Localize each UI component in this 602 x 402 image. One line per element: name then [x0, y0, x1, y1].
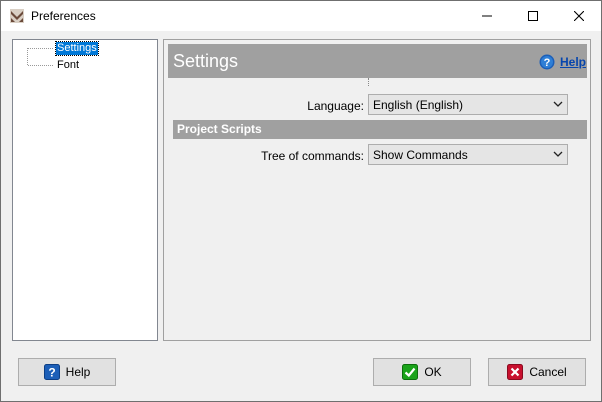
minimize-icon	[482, 15, 492, 17]
language-label: Language:	[307, 99, 364, 113]
tree-of-commands-value: Show Commands	[373, 148, 468, 162]
close-button[interactable]	[556, 1, 602, 31]
preferences-window: Preferences Settings Font Settings ? Hel…	[0, 0, 602, 402]
language-select[interactable]: English (English)	[368, 94, 568, 115]
chevron-down-icon	[553, 101, 563, 107]
maximize-button[interactable]	[510, 1, 556, 31]
project-scripts-section: Project Scripts	[173, 120, 587, 139]
settings-title: Settings	[173, 51, 239, 71]
cancel-x-icon	[507, 364, 524, 380]
preferences-tree[interactable]: Settings Font	[12, 39, 158, 341]
tree-of-commands-label: Tree of commands:	[261, 149, 364, 163]
title-bar[interactable]: Preferences	[1, 1, 601, 31]
svg-text:?: ?	[544, 57, 551, 69]
separator-tick	[368, 78, 369, 86]
help-button[interactable]: ? Help	[18, 358, 116, 386]
preferences-app-icon	[10, 9, 24, 23]
cancel-button[interactable]: Cancel	[488, 358, 586, 386]
svg-text:?: ?	[48, 366, 55, 380]
checkmark-icon	[402, 364, 419, 380]
maximize-icon	[528, 11, 538, 21]
ok-button-label: OK	[424, 365, 442, 379]
help-button-label: Help	[65, 365, 91, 379]
help-question-icon: ?	[43, 364, 60, 380]
settings-header: Settings ? Help	[168, 44, 587, 78]
window-title: Preferences	[31, 9, 96, 23]
tree-item-font[interactable]: Font	[56, 59, 80, 72]
tree-of-commands-select[interactable]: Show Commands	[368, 144, 568, 165]
language-select-value: English (English)	[373, 98, 464, 112]
ok-button[interactable]: OK	[373, 358, 471, 386]
chevron-down-icon	[553, 151, 563, 157]
settings-panel: Settings ? Help Language: English (Engli…	[163, 39, 591, 341]
minimize-button[interactable]	[464, 1, 510, 31]
section-title: Project Scripts	[177, 122, 262, 136]
tree-item-settings[interactable]: Settings	[55, 41, 99, 56]
cancel-button-label: Cancel	[529, 365, 567, 379]
close-icon	[574, 11, 584, 21]
help-link[interactable]: Help	[560, 55, 586, 69]
help-circle-icon[interactable]: ?	[539, 54, 555, 70]
